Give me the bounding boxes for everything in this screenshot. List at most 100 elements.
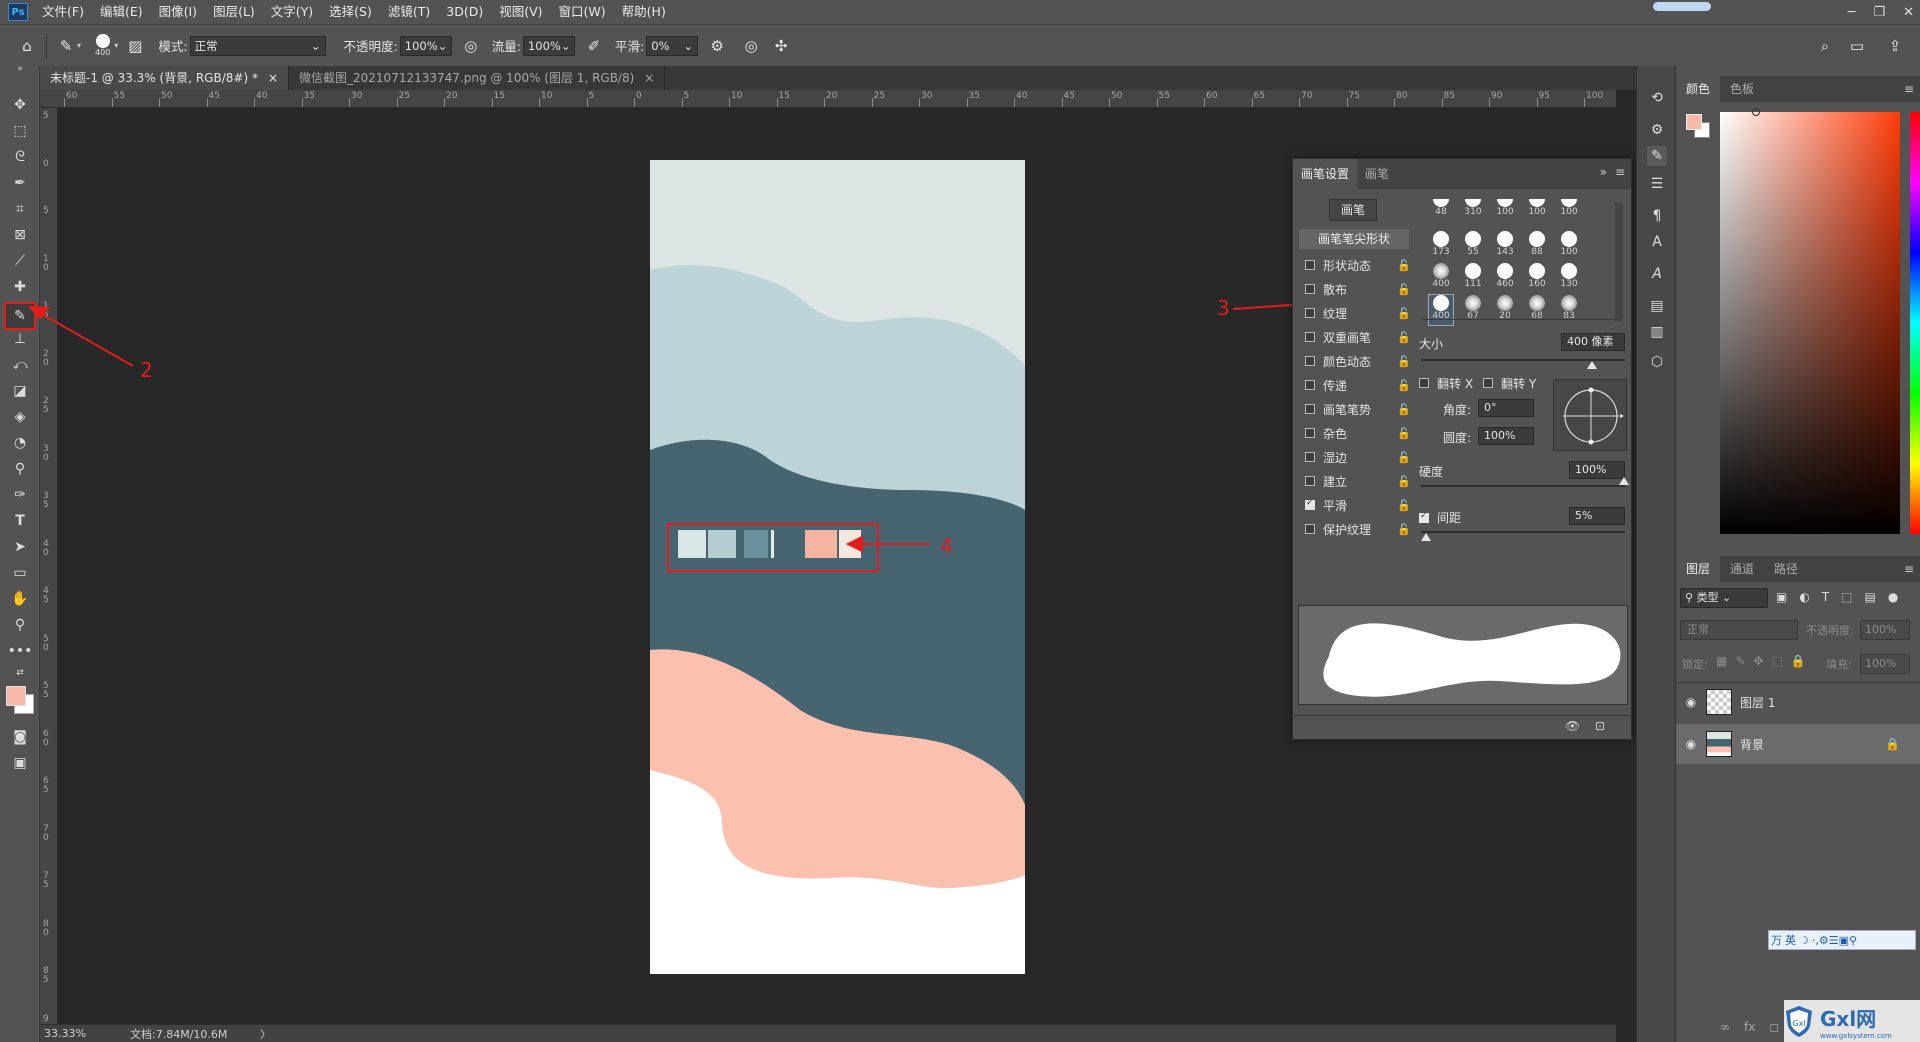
glyphs-panel-icon[interactable]: A — [1647, 264, 1667, 284]
color-picker-cursor[interactable] — [1752, 108, 1760, 116]
angle-input[interactable]: 0° — [1478, 399, 1534, 417]
hue-slider[interactable] — [1910, 112, 1920, 534]
brush-settings-panel-icon[interactable]: ✎ — [1647, 146, 1667, 166]
libraries-panel-icon[interactable]: ▤ — [1647, 296, 1667, 316]
brush-tip-preset[interactable]: 20 — [1493, 295, 1517, 325]
brush-tip-preset[interactable]: 310 — [1461, 199, 1485, 229]
3d-panel-icon[interactable]: ⬡ — [1647, 352, 1667, 372]
shape-filter-icon[interactable]: ⬚ — [1841, 590, 1852, 604]
tab-brushes[interactable]: 画笔 — [1357, 159, 1397, 189]
lock-icon[interactable]: 🔓 — [1397, 427, 1411, 440]
brush-option-3[interactable]: 双重画笔 🔓 — [1305, 327, 1411, 347]
brush-option-5[interactable]: 传递 🔓 — [1305, 375, 1411, 395]
layer-filter-select[interactable]: ⚲ 类型 ⌄ — [1680, 588, 1768, 608]
spacing-input[interactable]: 5% — [1569, 507, 1625, 525]
new-brush-icon[interactable]: ⊡ — [1595, 719, 1605, 733]
tab-color[interactable]: 颜色 — [1676, 76, 1721, 102]
brush-option-checkbox[interactable] — [1305, 476, 1315, 486]
status-menu-arrow[interactable]: 〉 — [260, 1026, 271, 1042]
brush-option-checkbox[interactable] — [1305, 308, 1315, 318]
flip-x-checkbox[interactable] — [1419, 378, 1429, 388]
lock-icon[interactable]: 🔓 — [1397, 283, 1411, 296]
brush-tip-preset[interactable]: 130 — [1557, 263, 1581, 293]
smart-object-filter-icon[interactable]: ▤ — [1865, 590, 1876, 604]
brush-option-6[interactable]: 画笔笔势 🔓 — [1305, 399, 1411, 419]
brush-option-checkbox[interactable] — [1305, 380, 1315, 390]
layer-opacity-input[interactable]: 100% — [1860, 620, 1910, 640]
brush-option-2[interactable]: 纹理 🔓 — [1305, 303, 1411, 323]
brush-tip-preset[interactable]: 67 — [1461, 295, 1485, 325]
brush-tip-preset[interactable]: 100 — [1493, 199, 1517, 229]
notes-panel-icon[interactable]: ▥ — [1647, 322, 1667, 342]
lock-icon[interactable]: 🔓 — [1397, 331, 1411, 344]
eye-icon[interactable]: ◉ — [1676, 737, 1706, 751]
brush-tip-preset[interactable]: 83 — [1557, 295, 1581, 325]
expand-icon[interactable]: » — [1600, 165, 1607, 179]
tab-swatches[interactable]: 色板 — [1720, 76, 1764, 102]
brush-option-checkbox[interactable] — [1305, 452, 1315, 462]
brush-tip-shape-option[interactable]: 画笔笔尖形状 — [1299, 229, 1409, 249]
layer-row-1[interactable]: ◉ 图层 1 — [1676, 682, 1920, 722]
lock-icon[interactable]: 🔓 — [1397, 523, 1411, 536]
tab-paths[interactable]: 路径 — [1764, 556, 1808, 582]
brush-option-checkbox[interactable] — [1305, 260, 1315, 270]
size-slider-knob[interactable] — [1587, 361, 1597, 369]
panel-menu-icon[interactable]: ≡ — [1615, 165, 1625, 179]
fx-icon[interactable]: fx — [1744, 1020, 1755, 1034]
lock-icon[interactable]: 🔓 — [1397, 355, 1411, 368]
panel-menu-icon[interactable]: ≡ — [1904, 562, 1914, 576]
brush-option-checkbox[interactable] — [1305, 428, 1315, 438]
brush-tip-preset[interactable]: 88 — [1525, 231, 1549, 261]
angle-roundness-preview[interactable] — [1553, 379, 1627, 451]
brush-tip-preset[interactable]: 111 — [1461, 263, 1485, 293]
lock-icon[interactable]: 🔓 — [1397, 259, 1411, 272]
color-field[interactable] — [1720, 112, 1900, 534]
spacing-checkbox[interactable] — [1419, 511, 1429, 523]
brushes-button[interactable]: 画笔 — [1329, 199, 1377, 221]
brush-option-4[interactable]: 颜色动态 🔓 — [1305, 351, 1411, 371]
brush-option-checkbox[interactable] — [1305, 498, 1315, 510]
brush-option-7[interactable]: 杂色 🔓 — [1305, 423, 1411, 443]
lock-icon[interactable]: 🔓 — [1397, 451, 1411, 464]
ime-toolbar[interactable]: 万 英 ☽ ·,⚙☰▣⚲ — [1768, 930, 1916, 950]
flip-x-option[interactable]: 翻转 X — [1419, 375, 1473, 392]
spacing-slider-knob[interactable] — [1421, 533, 1431, 541]
brush-tip-preset[interactable]: 400 — [1429, 263, 1453, 293]
lock-icon[interactable]: 🔓 — [1397, 379, 1411, 392]
brush-option-checkbox[interactable] — [1305, 284, 1315, 294]
lock-icon[interactable]: 🔓 — [1397, 403, 1411, 416]
hardness-input[interactable]: 100% — [1569, 461, 1625, 479]
roundness-input[interactable]: 100% — [1478, 427, 1534, 445]
toggle-preview-icon[interactable]: 👁 — [1565, 719, 1580, 733]
spacing-option[interactable]: 间距 — [1419, 509, 1461, 526]
pixel-filter-icon[interactable]: ▣ — [1776, 590, 1787, 604]
adjustments-panel-icon[interactable]: ☰ — [1647, 174, 1667, 194]
brush-tip-preset[interactable]: 173 — [1429, 231, 1453, 261]
character-panel-icon[interactable]: A — [1647, 232, 1667, 252]
brush-option-9[interactable]: 建立 🔓 — [1305, 471, 1411, 491]
size-input[interactable]: 400 像素 — [1561, 333, 1625, 351]
eye-icon[interactable]: ◉ — [1676, 695, 1706, 709]
brush-option-checkbox[interactable] — [1305, 332, 1315, 342]
hardness-slider-knob[interactable] — [1619, 477, 1629, 485]
brush-option-8[interactable]: 湿边 🔓 — [1305, 447, 1411, 467]
brush-option-checkbox[interactable] — [1305, 524, 1315, 534]
tab-channels[interactable]: 通道 — [1720, 556, 1764, 582]
lock-icons[interactable]: ▦✎✥⬚🔒 — [1716, 654, 1814, 668]
hardness-slider[interactable] — [1421, 485, 1625, 487]
brush-option-checkbox[interactable] — [1305, 356, 1315, 366]
fill-input[interactable]: 100% — [1860, 654, 1910, 674]
brush-option-11[interactable]: 保护纹理 🔓 — [1305, 519, 1411, 539]
brush-tip-preset[interactable]: 48 — [1429, 199, 1453, 229]
brush-tip-preset[interactable]: 160 — [1525, 263, 1549, 293]
link-icon[interactable]: ∞ — [1720, 1020, 1730, 1034]
paragraph-panel-icon[interactable]: ¶ — [1647, 206, 1667, 226]
tab-brush-settings[interactable]: 画笔设置 — [1293, 159, 1358, 189]
mask-icon[interactable]: ◻ — [1769, 1020, 1779, 1034]
filter-toggle-icon[interactable]: ● — [1888, 590, 1898, 604]
lock-icon[interactable]: 🔓 — [1397, 307, 1411, 320]
blend-mode-select[interactable]: 正常 — [1680, 620, 1798, 640]
spacing-slider[interactable] — [1421, 531, 1625, 533]
brush-tip-preset[interactable]: 400 — [1428, 294, 1454, 326]
lock-icon[interactable]: 🔓 — [1397, 499, 1411, 512]
